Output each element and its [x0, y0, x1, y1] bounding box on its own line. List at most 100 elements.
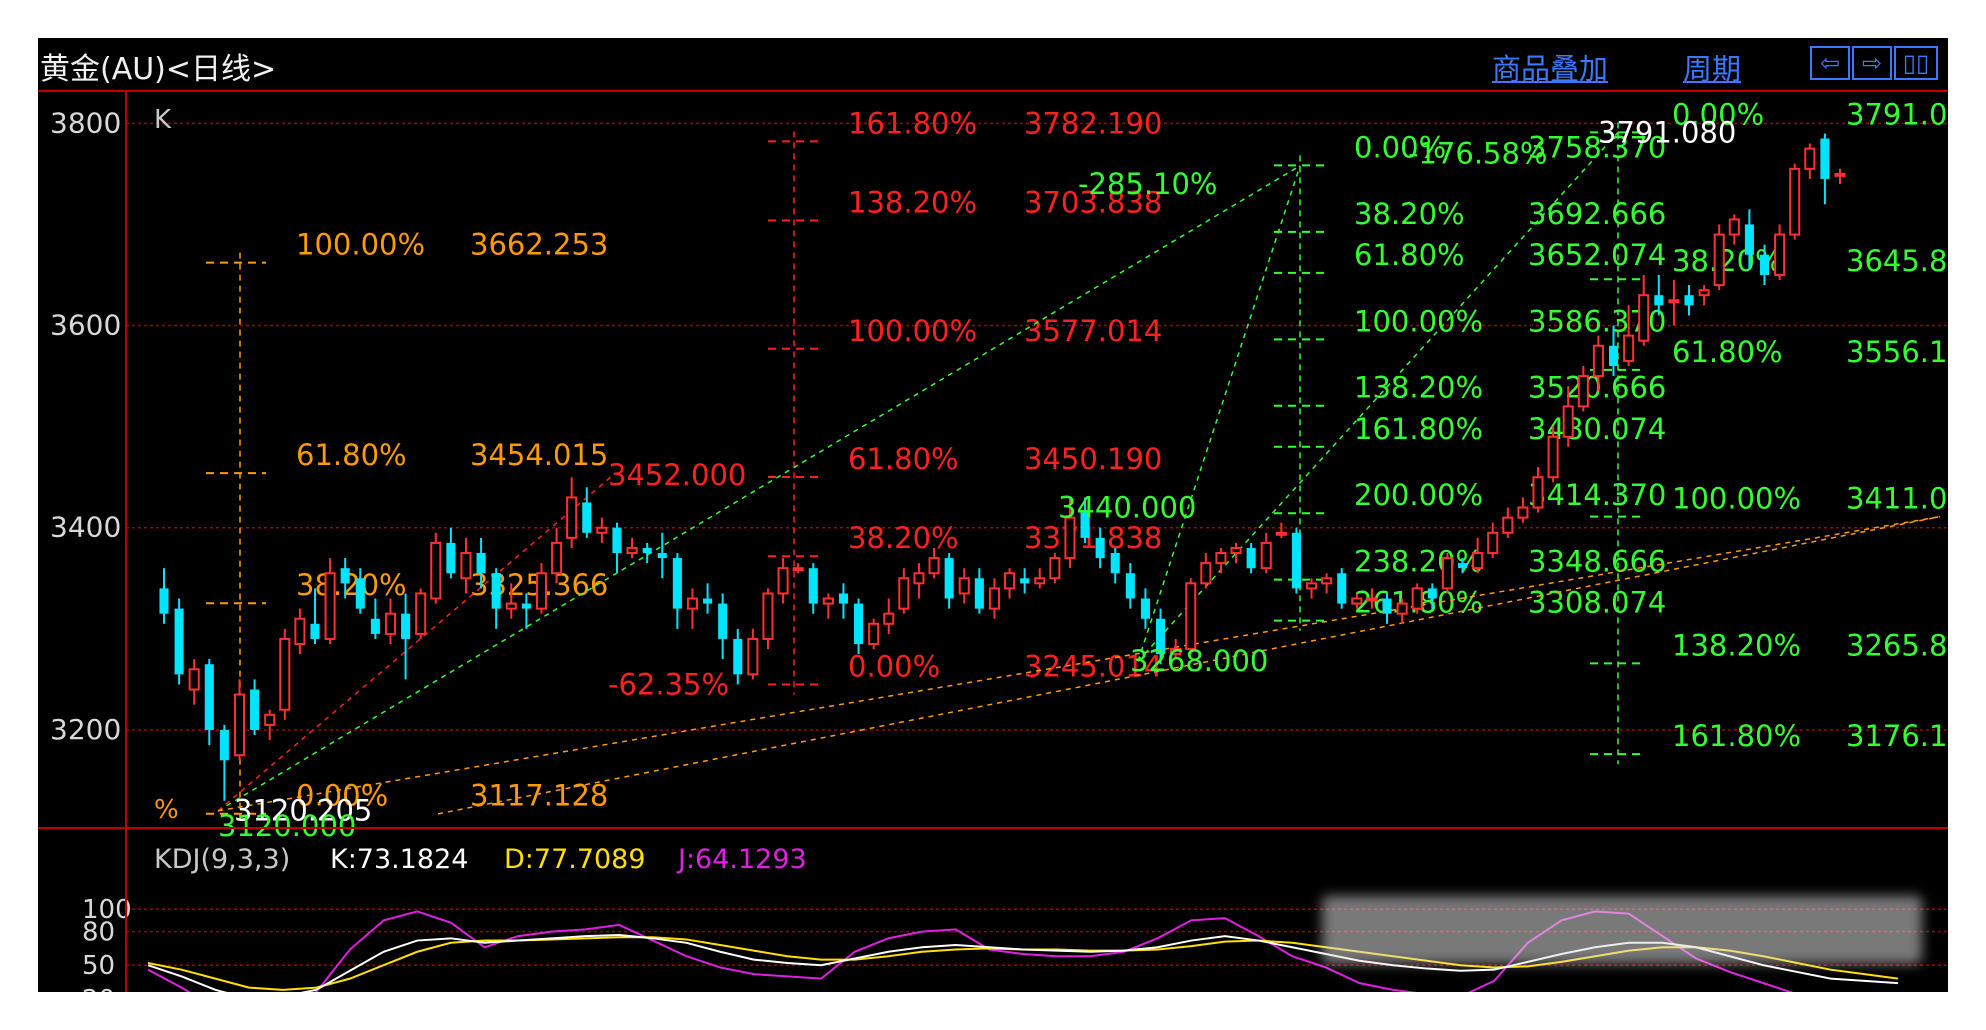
candle — [898, 568, 910, 614]
price-annotation: 3268.000 — [1130, 644, 1268, 678]
candle — [974, 568, 984, 614]
fib-level-label: 238.20% — [1354, 545, 1483, 579]
candle — [762, 588, 774, 650]
fib-level-price: 3556.16 — [1846, 335, 1948, 369]
fib-level-label: 100.00% — [848, 314, 977, 348]
candle — [219, 724, 229, 801]
candle — [1230, 542, 1242, 564]
fib-level-price: 3371.838 — [1024, 521, 1162, 555]
candle — [1049, 553, 1061, 584]
candle — [415, 588, 427, 639]
price-axis: 3800 3600 3400 3200 — [50, 106, 121, 746]
candle — [777, 558, 789, 604]
candle — [1517, 497, 1529, 523]
candle — [1337, 568, 1347, 609]
candle — [1321, 573, 1333, 594]
candle — [672, 553, 682, 629]
candle — [1713, 224, 1725, 291]
fib-level-label: 61.80% — [296, 438, 407, 472]
candle — [612, 522, 622, 574]
candle — [1215, 547, 1227, 574]
fib-level-label: 200.00% — [1354, 478, 1483, 512]
y-tick-label: 3800 — [50, 106, 121, 139]
candle — [1441, 553, 1453, 594]
kdj-y-tick: 80 — [82, 918, 115, 948]
candle — [1275, 522, 1287, 538]
candle — [1638, 274, 1650, 346]
candle — [384, 598, 397, 645]
candle — [1185, 578, 1197, 655]
fib-level-price: 3692.666 — [1528, 197, 1666, 231]
candle — [944, 553, 954, 609]
candle — [686, 588, 698, 629]
fib-level-price: 3414.370 — [1528, 478, 1666, 512]
candle — [1110, 547, 1120, 584]
candle — [1698, 285, 1710, 306]
fib-level-label: 161.80% — [848, 106, 977, 140]
candle — [446, 527, 456, 579]
kdj-y-tick: 50 — [82, 951, 115, 981]
candle — [294, 608, 306, 655]
candle — [1684, 285, 1694, 316]
candle — [1306, 578, 1318, 599]
candle — [747, 628, 759, 680]
fib-group: 100.00%3662.25361.80%3454.01538.20%3325.… — [206, 228, 608, 824]
trend-line — [217, 515, 1941, 812]
price-annotation: 3440.000 — [1058, 491, 1196, 525]
kdj-k-label: K:73.1824 — [330, 844, 468, 875]
y-tick-label: 3400 — [50, 511, 121, 544]
candle — [566, 477, 578, 548]
kdj-d-label: D:77.7089 — [504, 844, 646, 875]
kdj-y-tick: 20 — [82, 985, 115, 992]
candle — [1200, 553, 1212, 589]
candle — [1004, 568, 1016, 599]
panel-label-k: K — [154, 105, 172, 135]
candle — [1034, 568, 1046, 589]
candle — [913, 563, 925, 599]
candle — [822, 593, 834, 619]
candle — [733, 628, 743, 685]
candle — [1834, 168, 1846, 184]
candle — [1140, 588, 1150, 629]
kdj-label: KDJ(9,3,3) — [154, 844, 290, 875]
fib-level-price: 3450.190 — [1024, 442, 1162, 476]
candle — [958, 568, 970, 604]
candle — [250, 679, 260, 736]
candle — [626, 537, 638, 559]
candle — [370, 598, 380, 639]
trend-line — [217, 474, 614, 812]
candle — [596, 517, 608, 543]
candle — [233, 679, 246, 761]
candle — [430, 532, 442, 604]
fib-level-label: 0.00% — [848, 649, 940, 683]
fib-level-price: 3176.1 — [1846, 719, 1947, 753]
price-annotation: 3120.000 — [218, 809, 356, 843]
candle — [718, 593, 728, 660]
trend-line — [217, 165, 1301, 812]
candle — [401, 593, 411, 680]
candle — [868, 618, 880, 650]
fib-level-label: 100.00% — [1672, 482, 1801, 516]
fib-level-label: 138.20% — [1354, 371, 1483, 405]
chart-window: 黄金(AU)<日线> 商品叠加 周期 ⇦ ⇨ ▯▯ 3800 3600 3400 32… — [38, 38, 1948, 992]
fib-level-price: 3348.666 — [1528, 545, 1666, 579]
fib-level-price: 3577.014 — [1024, 314, 1162, 348]
candle — [1804, 143, 1816, 179]
candle — [204, 659, 214, 746]
fib-level-label: 138.20% — [848, 186, 977, 220]
candle — [1411, 583, 1423, 614]
candle — [1291, 527, 1301, 594]
candle — [1820, 133, 1830, 205]
fib-level-price: 3454.015 — [470, 438, 608, 472]
fib-level-label: 100.00% — [296, 228, 425, 262]
price-annotation: -285.10% — [1078, 167, 1218, 201]
candle — [838, 583, 848, 619]
candle — [1472, 537, 1484, 574]
fib-level-price: 3308.074 — [1528, 586, 1666, 620]
candle — [188, 659, 200, 705]
fib-level-label: 38.20% — [848, 521, 959, 555]
candle — [1789, 163, 1801, 240]
price-annotation: 3791.080 — [1598, 115, 1736, 149]
candle — [1125, 563, 1135, 609]
fib-level-label: 61.80% — [1354, 238, 1465, 272]
